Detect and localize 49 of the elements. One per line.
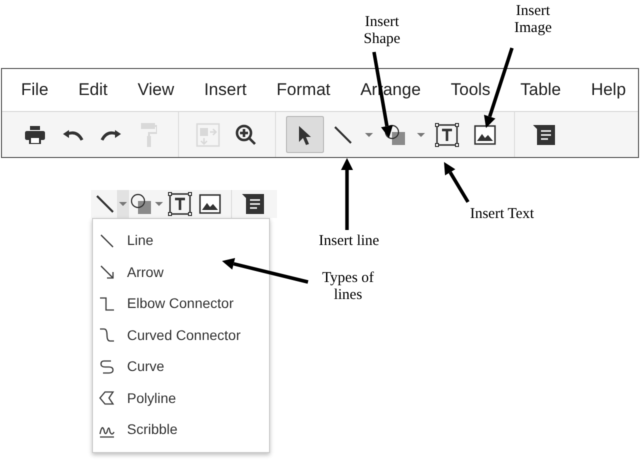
redo-icon (100, 128, 122, 142)
annotation-label: Insert Text (468, 206, 536, 223)
polyline-icon (99, 390, 115, 406)
image-icon (199, 194, 221, 214)
line-icon (334, 126, 352, 144)
printer-icon (25, 126, 45, 144)
menu-item[interactable]: View (138, 77, 174, 103)
caret-icon (119, 202, 127, 206)
annotation-arrow (341, 158, 353, 230)
shape-icon (384, 124, 406, 146)
menu-item[interactable]: File (21, 77, 48, 103)
menu-item[interactable]: Insert (204, 77, 247, 103)
text-box-icon (435, 122, 459, 146)
curve-icon (99, 358, 115, 375)
zoom-in-icon (235, 124, 257, 146)
pointer-icon (298, 124, 312, 144)
comment-icon (242, 194, 264, 214)
menu-item[interactable]: Help (590, 77, 626, 103)
menu-option[interactable]: Scribble (127, 419, 178, 440)
arrow-icon (99, 264, 115, 280)
image-icon (474, 124, 496, 144)
annotation-label: Insert Image (513, 3, 553, 37)
elbow-icon (99, 296, 115, 312)
caret-icon (417, 132, 425, 136)
annotation-arrow (444, 162, 470, 203)
menu-option[interactable]: Line (127, 230, 154, 252)
menu-item[interactable]: Edit (78, 77, 108, 103)
caret-icon (365, 132, 373, 136)
curved-icon (99, 327, 115, 344)
annotation-label: Types of lines (321, 270, 375, 304)
menu-item[interactable]: Table (520, 77, 561, 103)
line-icon (99, 232, 115, 249)
caret-icon (155, 202, 163, 206)
menu-item[interactable]: Tools (450, 77, 490, 103)
annotation-label: Insert Shape (362, 14, 402, 48)
menu-item[interactable]: Format (276, 77, 330, 103)
comment-icon (533, 124, 555, 144)
menu-option[interactable]: Elbow Connector (127, 293, 234, 314)
line-icon (96, 195, 114, 213)
undo-icon (62, 128, 84, 142)
menu-option[interactable]: Curve (127, 356, 164, 378)
menu-option[interactable]: Curved Connector (127, 324, 241, 346)
menu-option[interactable]: Arrow (127, 262, 164, 283)
shape-icon (130, 193, 152, 215)
paint-roller-icon (141, 122, 157, 146)
select-button[interactable] (286, 116, 324, 153)
menu-option[interactable]: Polyline (127, 388, 176, 409)
arrange-icon (195, 122, 221, 148)
annotation-label: Insert line (318, 233, 380, 250)
